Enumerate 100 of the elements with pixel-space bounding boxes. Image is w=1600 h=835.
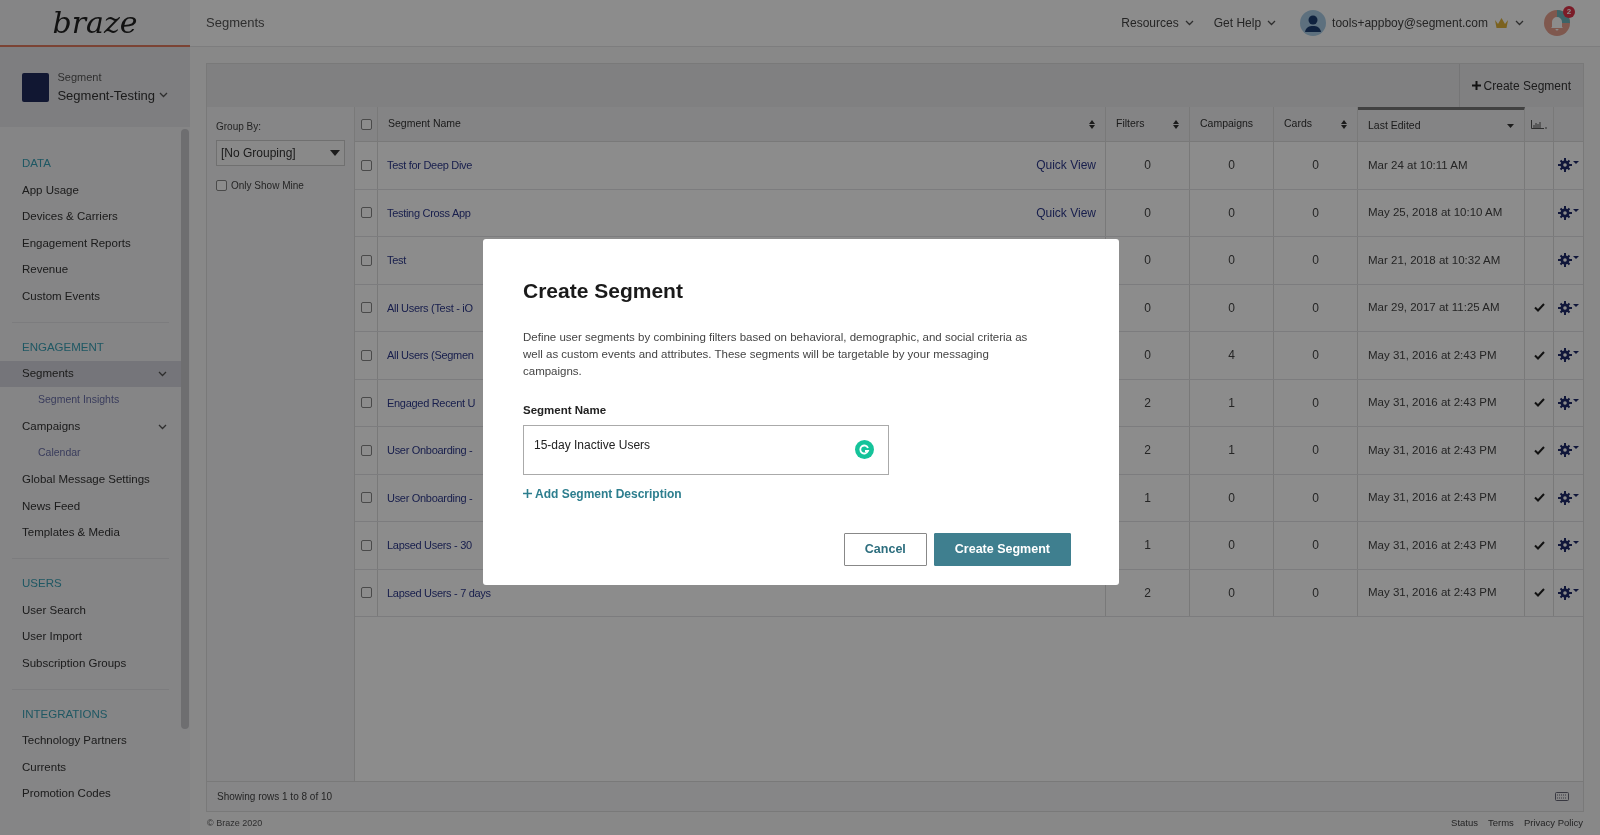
table-cell-text: May 31, 2016 at 2:43 PM (1368, 442, 1497, 458)
chart-icon[interactable] (1531, 119, 1547, 129)
table-cell-text: 0 (1228, 157, 1235, 175)
checkbox[interactable] (360, 587, 372, 599)
chevron-down-icon[interactable] (1515, 20, 1524, 26)
checkbox[interactable] (360, 302, 372, 314)
notification-count: 2 (1563, 6, 1575, 18)
gear-menu-icon[interactable] (1558, 538, 1579, 553)
segment-name-link[interactable]: All Users (Test - iO (387, 299, 473, 316)
segment-name-link[interactable]: User Onboarding - (387, 489, 473, 506)
only-show-mine-label[interactable]: Only Show Mine (231, 178, 304, 193)
table-cell-text: 0 (1144, 157, 1151, 175)
table-cell-text: 0 (1312, 584, 1319, 602)
segment-name-field[interactable]: 15-day Inactive Users (523, 424, 889, 475)
create-button[interactable]: Create Segment (933, 532, 1071, 566)
checkbox[interactable] (360, 207, 372, 219)
table-cell-text: 2 (1144, 394, 1151, 412)
segment-name-link[interactable]: User Onboarding - (387, 442, 473, 459)
check-icon (1533, 588, 1545, 598)
plus-icon (523, 489, 532, 499)
gear-menu-icon[interactable] (1558, 443, 1579, 458)
account-logo-icon (22, 72, 50, 102)
gear-menu-icon[interactable] (1558, 490, 1579, 505)
segment-name-link[interactable]: Lapsed Users - 30 (387, 537, 472, 554)
sort-descending-icon[interactable] (1507, 123, 1514, 128)
table-cell-text: 0 (1144, 204, 1151, 222)
table-cell-text: 0 (1228, 537, 1235, 555)
chevron-down-icon[interactable] (158, 423, 167, 430)
avatar-icon[interactable] (1300, 10, 1327, 36)
segment-name-link[interactable]: All Users (Segmen (387, 347, 474, 364)
add-description-link[interactable]: Add Segment Description (523, 484, 682, 503)
check-icon (1533, 303, 1545, 313)
checkbox[interactable] (360, 254, 372, 266)
checkbox[interactable] (360, 492, 372, 504)
section-title: ENGAGEMENT (21, 339, 105, 355)
column-header[interactable]: Segment Name (378, 107, 1106, 141)
column-header[interactable]: Last Edited (1358, 107, 1525, 141)
table-cell-text: May 31, 2016 at 2:43 PM (1368, 537, 1497, 553)
cancel-button[interactable]: Cancel (843, 532, 927, 566)
checkbox[interactable] (216, 180, 227, 191)
account-name[interactable]: Segment-Testing (57, 85, 155, 105)
chevron-down-icon[interactable] (158, 370, 167, 377)
table-cell-text: 0 (1312, 489, 1319, 507)
quick-view-link[interactable]: Quick View (1036, 156, 1096, 175)
gear-menu-icon[interactable] (1558, 300, 1579, 315)
check-icon (1533, 398, 1545, 408)
table-cell-text: 1 (1144, 537, 1151, 555)
table-cell-text: 0 (1228, 584, 1235, 602)
checkbox[interactable] (360, 349, 372, 361)
segment-name-link[interactable]: Engaged Recent U (387, 394, 476, 411)
column-header[interactable]: Cards (1274, 107, 1358, 141)
column-header[interactable]: Campaigns (1190, 107, 1274, 141)
table-cell-text: 1 (1228, 442, 1235, 460)
check-icon (1533, 350, 1545, 360)
account-label: Segment (57, 70, 103, 85)
segment-name-link[interactable]: Lapsed Users - 7 days (387, 584, 491, 601)
menu-button[interactable]: Get Help (1213, 14, 1277, 32)
footer-link[interactable]: Status (1451, 816, 1478, 831)
segment-name-link[interactable]: Test for Deep Dive (387, 157, 473, 174)
table-cell-text: 0 (1312, 157, 1319, 175)
menu-button[interactable]: Resources (1121, 14, 1194, 32)
gear-menu-icon[interactable] (1558, 395, 1579, 410)
checkbox[interactable] (360, 118, 372, 130)
quick-view-link[interactable]: Quick View (1036, 203, 1096, 222)
group-by-label: Group By: (216, 120, 263, 134)
checkbox[interactable] (360, 444, 372, 456)
chevron-down-icon[interactable] (159, 92, 168, 99)
sort-icon[interactable] (1341, 119, 1347, 129)
gear-menu-icon[interactable] (1558, 158, 1579, 173)
table-cell-text: 0 (1228, 252, 1235, 270)
sort-icon[interactable] (1173, 119, 1179, 129)
gear-menu-icon[interactable] (1558, 348, 1579, 363)
footer-link[interactable]: Terms (1488, 816, 1514, 831)
chevron-down-icon (1267, 20, 1277, 26)
footer-link[interactable]: Privacy Policy (1523, 816, 1583, 831)
checkbox[interactable] (360, 397, 372, 409)
table-cell-text: 0 (1312, 204, 1319, 222)
table-cell-text: May 31, 2016 at 2:43 PM (1368, 395, 1497, 411)
refresh-icon[interactable] (855, 439, 874, 459)
sort-icon[interactable] (1089, 119, 1095, 129)
gear-menu-icon[interactable] (1558, 205, 1579, 220)
table-cell-text: May 31, 2016 at 2:43 PM (1368, 490, 1497, 506)
column-header[interactable]: Filters (1106, 107, 1190, 141)
segment-name-link[interactable]: Test (387, 252, 406, 269)
checkbox[interactable] (360, 159, 372, 171)
segment-name-link[interactable]: Testing Cross App (387, 204, 471, 221)
gear-menu-icon[interactable] (1558, 253, 1579, 268)
crown-icon (1494, 17, 1509, 29)
bell-icon[interactable] (1544, 10, 1570, 36)
nav-item[interactable]: Segments (0, 360, 181, 387)
keyboard-icon[interactable] (1555, 792, 1569, 801)
table-cell-text: 0 (1312, 394, 1319, 412)
scrollbar[interactable] (181, 129, 189, 729)
group-by-dropdown[interactable]: [No Grouping] (216, 140, 345, 166)
logo[interactable]: braze (52, 7, 138, 38)
table-cell-text: 2 (1144, 442, 1151, 460)
table-cell-text: 0 (1228, 299, 1235, 317)
gear-menu-icon[interactable] (1558, 585, 1579, 600)
user-email[interactable]: tools+appboy@segment.com (1332, 14, 1488, 32)
checkbox[interactable] (360, 539, 372, 551)
